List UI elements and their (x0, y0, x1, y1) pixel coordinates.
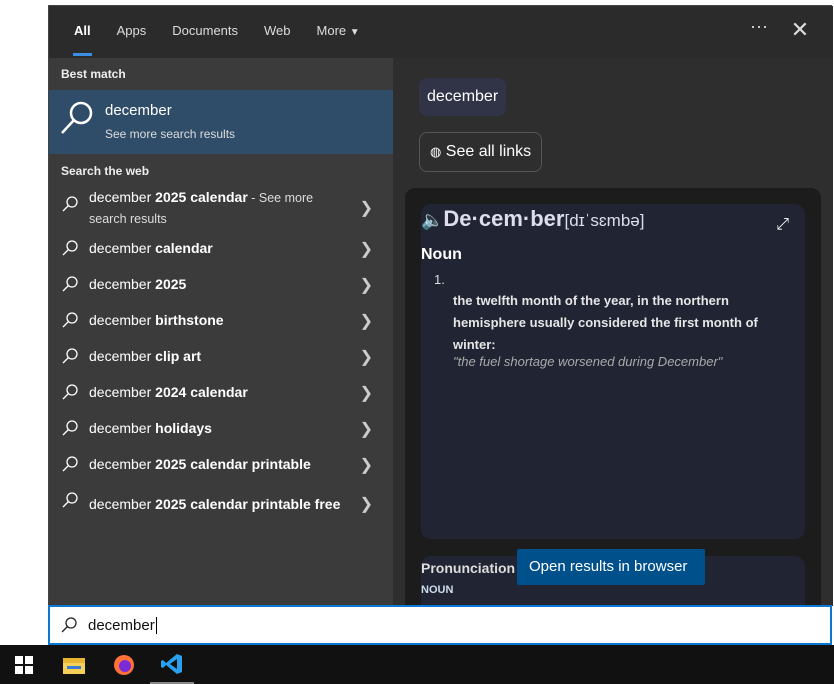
best-match-title: december (105, 102, 172, 119)
best-match-subtitle: See more search results (105, 127, 236, 141)
search-icon (62, 240, 78, 256)
suggestion-text: december birthstone (89, 312, 224, 328)
web-suggestion[interactable]: december 2025 ❯ (49, 266, 393, 302)
definition-text: the twelfth month of the year, in the no… (453, 293, 758, 352)
chevron-right-icon[interactable]: ❯ (360, 311, 373, 331)
part-of-speech: Noun (421, 246, 462, 263)
best-match-heading: Best match (61, 67, 126, 81)
search-icon (62, 312, 78, 328)
suggestion-text: december 2025 (89, 276, 187, 292)
caret-down-icon: ▼ (349, 27, 360, 38)
chevron-right-icon[interactable]: ❯ (360, 383, 373, 403)
file-explorer-icon[interactable] (52, 645, 96, 684)
query-chip[interactable]: december (419, 78, 507, 116)
web-suggestion[interactable]: december 2024 calendar ❯ (49, 374, 393, 410)
search-icon (61, 617, 77, 633)
web-suggestion[interactable]: december clip art ❯ (49, 338, 393, 374)
preview-pane: december ◍ See all links 🔈De·cem·ber[dɪˈ… (393, 58, 833, 606)
firefox-icon[interactable] (102, 645, 146, 684)
headword: De·cem·ber (443, 206, 565, 231)
speaker-icon[interactable]: 🔈 (421, 210, 443, 230)
search-web-heading: Search the web (61, 164, 150, 178)
search-header: All Apps Documents Web More ▼ ··· ✕ (49, 6, 833, 58)
tab-more[interactable]: More ▼ (304, 6, 373, 58)
search-icon (62, 348, 78, 364)
definition-number: 1. (434, 272, 445, 287)
definition-box: 🔈De·cem·ber[dɪˈsɛmbə] ⤢ Noun 1. the twel… (421, 204, 805, 539)
suggestion-text: december 2025 calendar printable (89, 456, 311, 472)
web-suggestion[interactable]: december 2025 calendar printable free ❯ (49, 482, 393, 526)
tab-web[interactable]: Web (251, 6, 304, 58)
tab-all[interactable]: All (61, 6, 104, 58)
suggestion-text: december 2025 calendar - See more search… (89, 189, 314, 226)
pronunciation-pos: NOUN (421, 584, 454, 596)
web-suggestion[interactable]: december holidays ❯ (49, 410, 393, 446)
web-suggestion[interactable]: december birthstone ❯ (49, 302, 393, 338)
phonetic: [dɪˈsɛmbə] (564, 211, 645, 230)
best-match-item[interactable]: december See more search results (49, 90, 393, 154)
vscode-icon[interactable] (150, 645, 194, 684)
web-suggestion[interactable]: december 2025 calendar printable ❯ (49, 446, 393, 482)
suggestion-text: december 2024 calendar (89, 384, 248, 400)
chevron-right-icon[interactable]: ❯ (360, 495, 373, 515)
search-input[interactable]: december (88, 617, 157, 634)
search-icon (62, 196, 78, 212)
tab-documents[interactable]: Documents (159, 6, 251, 58)
tab-more-label: More (316, 23, 347, 38)
search-icon (62, 276, 78, 292)
suggestion-text: december 2025 calendar printable free (89, 496, 341, 512)
open-in-browser-tooltip[interactable]: Open results in browser (517, 549, 705, 585)
dictionary-card: 🔈De·cem·ber[dɪˈsɛmbə] ⤢ Noun 1. the twel… (405, 188, 821, 606)
close-icon[interactable]: ✕ (785, 17, 815, 43)
chevron-right-icon[interactable]: ❯ (360, 239, 373, 259)
search-box[interactable]: december (48, 605, 832, 645)
see-all-links-label: See all links (445, 143, 532, 160)
suggestion-text: december holidays (89, 420, 212, 436)
suggestion-text: december clip art (89, 348, 202, 364)
expand-icon[interactable]: ⤢ (776, 216, 789, 234)
web-suggestion[interactable]: december 2025 calendar - See more search… (49, 186, 393, 230)
windows-start-icon[interactable] (2, 645, 46, 684)
chevron-right-icon[interactable]: ❯ (360, 347, 373, 367)
chevron-right-icon[interactable]: ❯ (360, 455, 373, 475)
tab-apps[interactable]: Apps (104, 6, 160, 58)
see-all-links-button[interactable]: ◍ See all links (419, 132, 543, 172)
taskbar (0, 645, 834, 684)
pronunciation-heading: Pronunciation (421, 560, 516, 576)
chevron-right-icon[interactable]: ❯ (360, 199, 373, 219)
more-options-icon[interactable]: ··· (744, 16, 774, 37)
results-list: Best match december See more search resu… (49, 58, 393, 606)
chevron-right-icon[interactable]: ❯ (360, 419, 373, 439)
search-icon (62, 492, 78, 508)
search-panel: All Apps Documents Web More ▼ ··· ✕ Best… (48, 5, 833, 645)
example-text: "the fuel shortage worsened during Decem… (453, 354, 723, 369)
search-icon (61, 101, 93, 134)
search-icon (62, 420, 78, 436)
web-suggestion[interactable]: december calendar ❯ (49, 230, 393, 266)
chevron-right-icon[interactable]: ❯ (360, 275, 373, 295)
search-icon (62, 384, 78, 400)
search-icon (62, 456, 78, 472)
globe-icon: ◍ (430, 144, 442, 159)
suggestion-text: december calendar (89, 240, 213, 256)
